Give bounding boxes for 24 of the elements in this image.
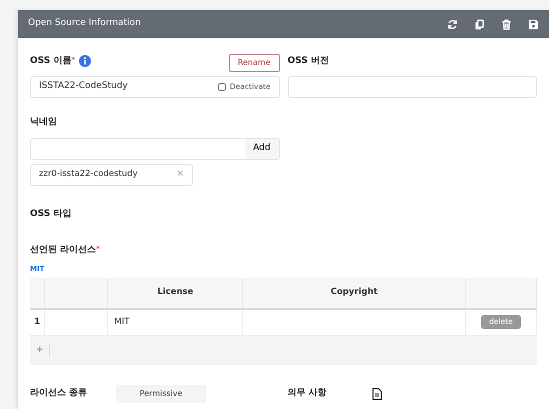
field-value: ISSTA22-CodeStudy (38, 80, 129, 94)
table-cell: MIT (114, 316, 130, 327)
field-label: OSS 타입 (30, 208, 72, 218)
column-header: Copyright (242, 278, 466, 308)
tag-text: zzr0-issta22-codestudy (39, 168, 138, 181)
trash-icon[interactable] (501, 18, 512, 30)
field-label: 닉네임 (30, 117, 57, 127)
document-icon[interactable] (372, 388, 382, 400)
save-icon[interactable] (528, 18, 539, 30)
deactivate-checkbox[interactable] (218, 83, 226, 91)
info-icon[interactable] (79, 55, 92, 68)
row-number: 1 (34, 316, 40, 327)
panel-title: Open Source Information (28, 17, 141, 30)
field-label: 의무 사항 (288, 387, 328, 400)
license-type-value: Permissive (116, 385, 206, 403)
rename-button[interactable]: Rename (228, 54, 280, 72)
version-field[interactable] (288, 76, 537, 98)
column-header: License (108, 278, 243, 308)
remove-tag-button[interactable]: × (176, 168, 184, 182)
refresh-icon[interactable] (447, 18, 458, 30)
add-row-button[interactable]: + (36, 344, 50, 358)
copy-icon[interactable] (474, 18, 485, 30)
field-label: 라이선스 종류 (30, 387, 88, 400)
field-label: OSS 버전 (288, 54, 329, 68)
